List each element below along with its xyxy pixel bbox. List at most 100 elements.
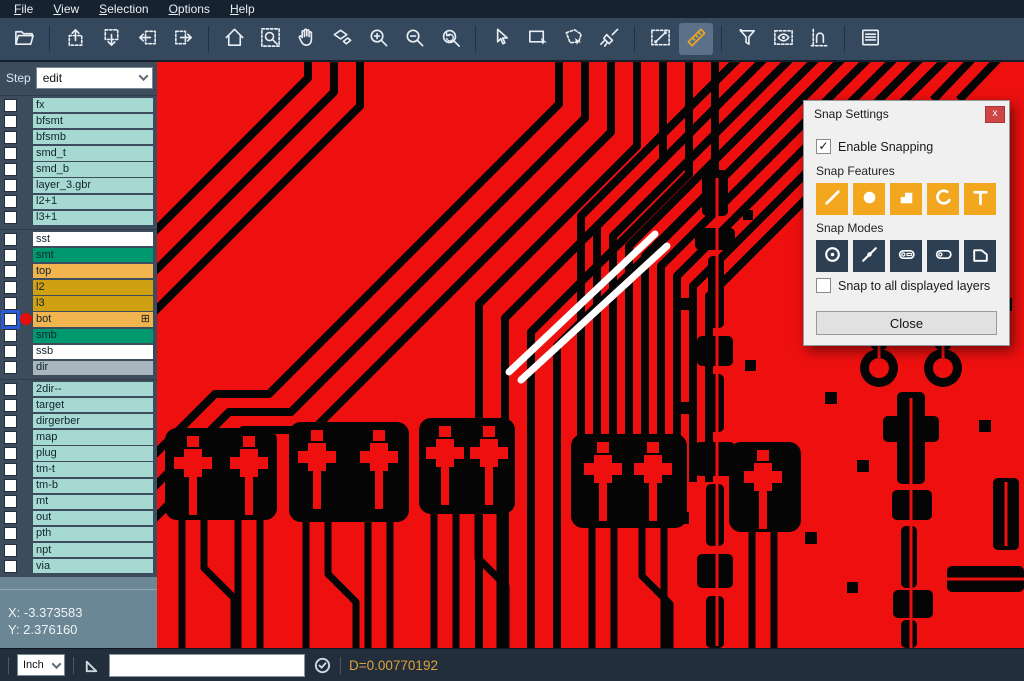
layer-visibility-checkbox[interactable] xyxy=(4,463,17,476)
menu-options[interactable]: Options xyxy=(159,1,220,17)
layer-visibility-checkbox[interactable] xyxy=(4,345,17,358)
snap-feature-pad-button[interactable] xyxy=(853,183,885,215)
home-view-button[interactable] xyxy=(217,23,251,55)
layer-label-fx[interactable]: fx xyxy=(33,98,153,112)
layer-visibility-checkbox[interactable] xyxy=(4,329,17,342)
snap-mode-center-button[interactable] xyxy=(816,240,848,272)
corner-angle-icon[interactable] xyxy=(82,656,101,675)
menu-help[interactable]: Help xyxy=(220,1,265,17)
ruler-button[interactable] xyxy=(679,23,713,55)
zoom-out-button[interactable] xyxy=(397,23,431,55)
unit-select[interactable]: Inch xyxy=(17,654,65,676)
clean-brush-button[interactable] xyxy=(592,23,626,55)
layer-label-target[interactable]: target xyxy=(33,398,153,412)
layer-label-top[interactable]: top xyxy=(33,264,153,278)
layer-visibility-checkbox[interactable] xyxy=(4,479,17,492)
layer-visibility-checkbox[interactable] xyxy=(4,195,17,208)
layer-label-smd_b[interactable]: smd_b xyxy=(33,162,153,176)
view-objects-button[interactable] xyxy=(766,23,800,55)
layer-visibility-checkbox[interactable] xyxy=(4,147,17,160)
layers-panel-button[interactable] xyxy=(853,23,887,55)
paste-down-button[interactable] xyxy=(94,23,128,55)
layer-visibility-checkbox[interactable] xyxy=(4,249,17,262)
layer-label-2dir--[interactable]: 2dir-- xyxy=(33,382,153,396)
pan-hand-button[interactable] xyxy=(289,23,323,55)
select-cursor-button[interactable] xyxy=(484,23,518,55)
layer-visibility-checkbox[interactable] xyxy=(4,115,17,128)
enable-snapping-checkbox[interactable] xyxy=(816,139,831,154)
layer-visibility-checkbox[interactable] xyxy=(4,99,17,112)
layer-visibility-checkbox[interactable] xyxy=(4,211,17,224)
menu-file[interactable]: File xyxy=(4,1,43,17)
layer-visibility-checkbox[interactable] xyxy=(4,447,17,460)
layer-label-via[interactable]: via xyxy=(33,559,153,573)
apply-check-icon[interactable] xyxy=(313,656,332,675)
layer-label-npt[interactable]: npt xyxy=(33,543,153,557)
layer-visibility-checkbox[interactable] xyxy=(4,265,17,278)
snap-feature-surface-button[interactable] xyxy=(890,183,922,215)
layer-visibility-checkbox[interactable] xyxy=(4,131,17,144)
layer-label-ssb[interactable]: ssb xyxy=(33,345,153,359)
dialog-title-bar[interactable]: Snap Settings x xyxy=(804,101,1009,127)
layer-visibility-checkbox[interactable] xyxy=(4,495,17,508)
layer-visibility-checkbox[interactable] xyxy=(4,281,17,294)
layer-visibility-checkbox[interactable] xyxy=(4,383,17,396)
measure-distance-button[interactable] xyxy=(643,23,677,55)
layer-visibility-checkbox[interactable] xyxy=(4,544,17,557)
pcb-canvas[interactable]: Snap Settings x Enable Snapping Snap Fea… xyxy=(157,62,1024,648)
layer-label-plug[interactable]: plug xyxy=(33,446,153,460)
layer-visibility-checkbox[interactable] xyxy=(4,431,17,444)
layer-visibility-checkbox[interactable] xyxy=(4,527,17,540)
layer-label-map[interactable]: map xyxy=(33,430,153,444)
layer-label-smb[interactable]: smb xyxy=(33,329,153,343)
layer-label-smt[interactable]: smt xyxy=(33,248,153,262)
layer-label-bot[interactable]: bot⊞ xyxy=(33,312,153,326)
close-icon[interactable]: x xyxy=(985,106,1005,123)
snap-mode-corner-button[interactable] xyxy=(964,240,996,272)
paste-up-button[interactable] xyxy=(58,23,92,55)
layer-visibility-checkbox[interactable] xyxy=(4,233,17,246)
layer-label-tm-b[interactable]: tm-b xyxy=(33,479,153,493)
snap-feature-line-button[interactable] xyxy=(816,183,848,215)
layer-label-dirgerber[interactable]: dirgerber xyxy=(33,414,153,428)
all-layers-row[interactable]: Snap to all displayed layers xyxy=(816,278,997,293)
zoom-in-button[interactable] xyxy=(361,23,395,55)
paste-right-button[interactable] xyxy=(166,23,200,55)
layer-label-smd_t[interactable]: smd_t xyxy=(33,146,153,160)
step-select[interactable]: edit xyxy=(36,67,153,89)
enable-snapping-row[interactable]: Enable Snapping xyxy=(816,139,997,154)
move-view-button[interactable] xyxy=(325,23,359,55)
layer-label-bfsmb[interactable]: bfsmb xyxy=(33,130,153,144)
layer-label-sst[interactable]: sst xyxy=(33,232,153,246)
menu-selection[interactable]: Selection xyxy=(89,1,158,17)
layer-label-dir[interactable]: dir xyxy=(33,361,153,375)
layer-visibility-checkbox[interactable] xyxy=(4,361,17,374)
layer-label-mt[interactable]: mt xyxy=(33,495,153,509)
snap-feature-arc-button[interactable] xyxy=(927,183,959,215)
layer-label-l3[interactable]: l3 xyxy=(33,296,153,310)
layer-label-bfsmt[interactable]: bfsmt xyxy=(33,114,153,128)
snap-mode-slot-outline-button[interactable] xyxy=(927,240,959,272)
snap-mode-line-midpoint-button[interactable] xyxy=(853,240,885,272)
snap-all-layers-checkbox[interactable] xyxy=(816,278,831,293)
layer-label-pth[interactable]: pth xyxy=(33,527,153,541)
layer-visibility-checkbox[interactable] xyxy=(4,179,17,192)
zoom-area-button[interactable] xyxy=(253,23,287,55)
layer-visibility-checkbox[interactable] xyxy=(4,313,17,326)
layer-label-out[interactable]: out xyxy=(33,511,153,525)
layer-label-l3+1[interactable]: l3+1 xyxy=(33,211,153,225)
select-polygon-button[interactable] xyxy=(556,23,590,55)
measure-path-button[interactable] xyxy=(802,23,836,55)
select-rectangle-button[interactable] xyxy=(520,23,554,55)
filter-button[interactable] xyxy=(730,23,764,55)
layer-label-l2[interactable]: l2 xyxy=(33,280,153,294)
snap-feature-text-button[interactable] xyxy=(964,183,996,215)
layer-label-l2+1[interactable]: l2+1 xyxy=(33,195,153,209)
layer-visibility-checkbox[interactable] xyxy=(4,399,17,412)
snap-mode-slot-filled-button[interactable] xyxy=(890,240,922,272)
zoom-previous-button[interactable] xyxy=(433,23,467,55)
close-button[interactable]: Close xyxy=(816,311,997,335)
layer-label-layer_3.gbr[interactable]: layer_3.gbr xyxy=(33,178,153,192)
measure-input[interactable] xyxy=(109,654,305,677)
layer-visibility-checkbox[interactable] xyxy=(4,511,17,524)
